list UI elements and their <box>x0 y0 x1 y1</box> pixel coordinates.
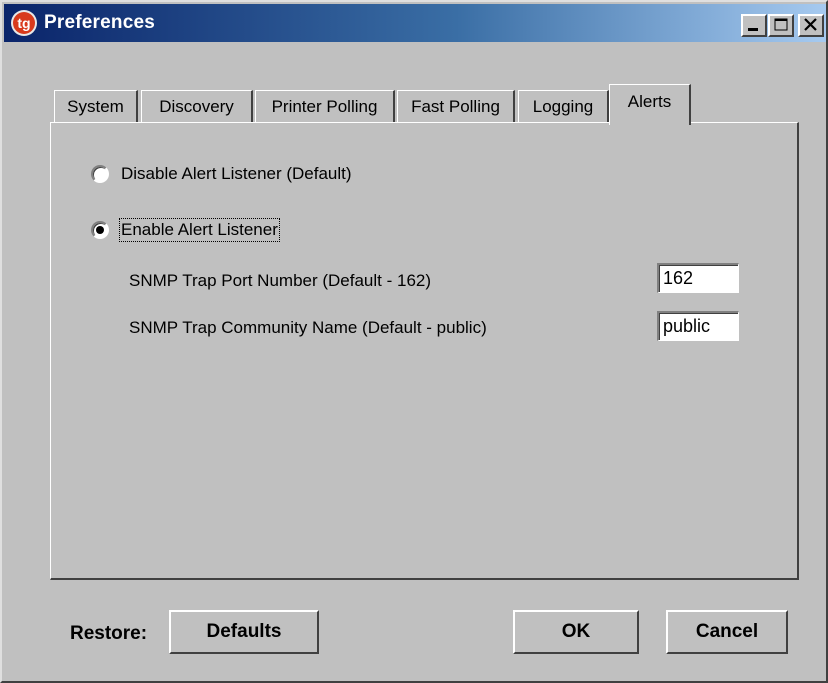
maximize-icon <box>774 18 788 31</box>
cancel-button[interactable]: Cancel <box>666 610 788 654</box>
svg-text:tg: tg <box>17 15 30 31</box>
restore-label: Restore: <box>70 623 148 644</box>
port-number-label: SNMP Trap Port Number (Default - 162) <box>129 271 432 290</box>
tab-alerts[interactable]: Alerts <box>609 84 691 125</box>
community-name-field[interactable]: public <box>657 311 739 341</box>
app-logo-icon: tg <box>10 9 38 37</box>
tab-logging[interactable]: Logging <box>518 90 609 123</box>
community-name-label: SNMP Trap Community Name (Default - publ… <box>129 318 487 337</box>
preferences-window: tg Preferences System Discovery Printer … <box>0 0 828 683</box>
enable-alert-label: Enable Alert Listener <box>119 218 280 242</box>
radio-selected-dot <box>96 226 104 234</box>
maximize-button[interactable] <box>768 14 794 37</box>
disable-alert-radio[interactable] <box>91 165 109 183</box>
cancel-button-label: Cancel <box>695 621 759 642</box>
minimize-button[interactable] <box>741 14 767 37</box>
alerts-panel: Disable Alert Listener (Default) Enable … <box>50 122 799 580</box>
close-button[interactable] <box>798 14 824 37</box>
defaults-button[interactable]: Defaults <box>169 610 319 654</box>
ok-button[interactable]: OK <box>513 610 639 654</box>
tab-system[interactable]: System <box>54 90 138 123</box>
window-title: Preferences <box>44 12 155 33</box>
ok-button-label: OK <box>561 621 591 642</box>
defaults-button-label: Defaults <box>206 621 282 642</box>
tab-label: System <box>67 97 124 116</box>
tab-label: Alerts <box>627 92 672 111</box>
disable-alert-label: Disable Alert Listener (Default) <box>121 164 352 183</box>
tab-fast-polling[interactable]: Fast Polling <box>397 90 515 123</box>
tab-label: Printer Polling <box>271 97 378 116</box>
port-number-field[interactable]: 162 <box>657 263 739 293</box>
title-bar[interactable]: tg Preferences <box>4 4 826 42</box>
tab-printer-polling[interactable]: Printer Polling <box>255 90 395 123</box>
minimize-icon <box>748 28 758 31</box>
tab-label: Discovery <box>159 97 234 116</box>
tab-label: Logging <box>532 97 594 116</box>
tab-discovery[interactable]: Discovery <box>141 90 253 123</box>
tab-label: Fast Polling <box>411 97 500 116</box>
close-icon <box>804 18 817 31</box>
enable-alert-radio[interactable] <box>91 221 109 239</box>
